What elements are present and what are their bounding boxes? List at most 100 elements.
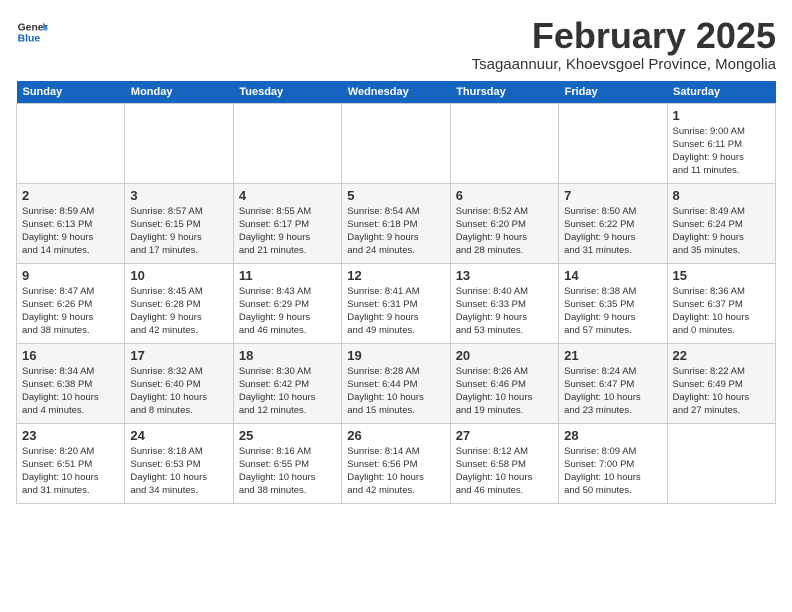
month-title: February 2025 [472,16,776,56]
day-info: Sunrise: 8:26 AM Sunset: 6:46 PM Dayligh… [456,365,553,418]
day-number: 7 [564,188,661,203]
day-number: 9 [22,268,119,283]
calendar-cell: 26 Sunrise: 8:14 AM Sunset: 6:56 PM Dayli… [342,423,450,503]
day-info: Sunrise: 8:20 AM Sunset: 6:51 PM Dayligh… [22,445,119,498]
calendar-cell: 24 Sunrise: 8:18 AM Sunset: 6:53 PM Dayli… [125,423,233,503]
day-info: Sunrise: 8:34 AM Sunset: 6:38 PM Dayligh… [22,365,119,418]
day-number: 5 [347,188,444,203]
calendar-cell: 27Sunrise: 8:12 AM Sunset: 6:58 PM Dayli… [450,423,558,503]
day-info: Sunrise: 8:22 AM Sunset: 6:49 PM Dayligh… [673,365,770,418]
logo-icon: General Blue [16,16,48,48]
calendar-cell: 19 Sunrise: 8:28 AM Sunset: 6:44 PM Dayli… [342,343,450,423]
day-info: Sunrise: 8:14 AM Sunset: 6:56 PM Dayligh… [347,445,444,498]
day-number: 20 [456,348,553,363]
day-info: Sunrise: 8:12 AM Sunset: 6:58 PM Dayligh… [456,445,553,498]
day-number: 16 [22,348,119,363]
calendar-cell [559,103,667,183]
calendar-cell: 3 Sunrise: 8:57 AM Sunset: 6:15 PM Daylig… [125,183,233,263]
day-info: Sunrise: 8:59 AM Sunset: 6:13 PM Dayligh… [22,205,119,258]
svg-text:Blue: Blue [18,34,41,45]
day-info: Sunrise: 8:54 AM Sunset: 6:18 PM Dayligh… [347,205,444,258]
day-number: 1 [673,108,770,123]
calendar-cell: 20 Sunrise: 8:26 AM Sunset: 6:46 PM Dayli… [450,343,558,423]
page-header: General Blue February 2025 Tsagaannuur, … [16,16,776,73]
day-number: 26 [347,428,444,443]
calendar-week-5: 23 Sunrise: 8:20 AM Sunset: 6:51 PM Dayli… [17,423,776,503]
day-info: Sunrise: 8:57 AM Sunset: 6:15 PM Dayligh… [130,205,227,258]
day-info: Sunrise: 8:30 AM Sunset: 6:42 PM Dayligh… [239,365,336,418]
day-number: 12 [347,268,444,283]
day-info: Sunrise: 8:36 AM Sunset: 6:37 PM Dayligh… [673,285,770,338]
calendar-cell: 15 Sunrise: 8:36 AM Sunset: 6:37 PM Dayli… [667,263,775,343]
calendar-cell: 11 Sunrise: 8:43 AM Sunset: 6:29 PM Dayli… [233,263,341,343]
day-number: 3 [130,188,227,203]
calendar-cell: 28 Sunrise: 8:09 AM Sunset: 7:00 PM Dayli… [559,423,667,503]
calendar-cell: 17 Sunrise: 8:32 AM Sunset: 6:40 PM Dayli… [125,343,233,423]
location-subtitle: Tsagaannuur, Khoevsgoel Province, Mongol… [472,56,776,73]
calendar-cell: 9Sunrise: 8:47 AM Sunset: 6:26 PM Daylig… [17,263,125,343]
day-number: 21 [564,348,661,363]
calendar-cell: 7 Sunrise: 8:50 AM Sunset: 6:22 PM Daylig… [559,183,667,263]
day-info: Sunrise: 8:45 AM Sunset: 6:28 PM Dayligh… [130,285,227,338]
day-info: Sunrise: 8:18 AM Sunset: 6:53 PM Dayligh… [130,445,227,498]
day-number: 14 [564,268,661,283]
day-number: 24 [130,428,227,443]
day-info: Sunrise: 8:41 AM Sunset: 6:31 PM Dayligh… [347,285,444,338]
day-info: Sunrise: 8:52 AM Sunset: 6:20 PM Dayligh… [456,205,553,258]
calendar-cell: 12 Sunrise: 8:41 AM Sunset: 6:31 PM Dayli… [342,263,450,343]
day-info: Sunrise: 8:09 AM Sunset: 7:00 PM Dayligh… [564,445,661,498]
day-info: Sunrise: 8:43 AM Sunset: 6:29 PM Dayligh… [239,285,336,338]
day-number: 6 [456,188,553,203]
day-info: Sunrise: 9:00 AM Sunset: 6:11 PM Dayligh… [673,125,770,178]
calendar-week-4: 16 Sunrise: 8:34 AM Sunset: 6:38 PM Dayli… [17,343,776,423]
day-info: Sunrise: 8:16 AM Sunset: 6:55 PM Dayligh… [239,445,336,498]
day-info: Sunrise: 8:28 AM Sunset: 6:44 PM Dayligh… [347,365,444,418]
weekday-header-sunday: Sunday [17,81,125,104]
day-number: 11 [239,268,336,283]
calendar-cell [342,103,450,183]
calendar-table: SundayMondayTuesdayWednesdayThursdayFrid… [16,81,776,504]
day-number: 15 [673,268,770,283]
title-area: February 2025 Tsagaannuur, Khoevsgoel Pr… [472,16,776,73]
calendar-cell: 6 Sunrise: 8:52 AM Sunset: 6:20 PM Daylig… [450,183,558,263]
weekday-header-monday: Monday [125,81,233,104]
calendar-cell: 21 Sunrise: 8:24 AM Sunset: 6:47 PM Dayli… [559,343,667,423]
day-info: Sunrise: 8:50 AM Sunset: 6:22 PM Dayligh… [564,205,661,258]
calendar-cell: 13 Sunrise: 8:40 AM Sunset: 6:33 PM Dayli… [450,263,558,343]
day-number: 13 [456,268,553,283]
calendar-cell: 8 Sunrise: 8:49 AM Sunset: 6:24 PM Daylig… [667,183,775,263]
calendar-cell: 14 Sunrise: 8:38 AM Sunset: 6:35 PM Dayli… [559,263,667,343]
day-number: 4 [239,188,336,203]
day-info: Sunrise: 8:49 AM Sunset: 6:24 PM Dayligh… [673,205,770,258]
calendar-cell: 1 Sunrise: 9:00 AM Sunset: 6:11 PM Daylig… [667,103,775,183]
calendar-cell: 2 Sunrise: 8:59 AM Sunset: 6:13 PM Daylig… [17,183,125,263]
weekday-header-thursday: Thursday [450,81,558,104]
calendar-week-2: 2 Sunrise: 8:59 AM Sunset: 6:13 PM Daylig… [17,183,776,263]
calendar-week-3: 9Sunrise: 8:47 AM Sunset: 6:26 PM Daylig… [17,263,776,343]
calendar-cell: 18 Sunrise: 8:30 AM Sunset: 6:42 PM Dayli… [233,343,341,423]
day-info: Sunrise: 8:40 AM Sunset: 6:33 PM Dayligh… [456,285,553,338]
day-info: Sunrise: 8:32 AM Sunset: 6:40 PM Dayligh… [130,365,227,418]
calendar-cell: 22Sunrise: 8:22 AM Sunset: 6:49 PM Dayli… [667,343,775,423]
calendar-cell [233,103,341,183]
day-number: 19 [347,348,444,363]
day-number: 18 [239,348,336,363]
day-number: 2 [22,188,119,203]
day-info: Sunrise: 8:24 AM Sunset: 6:47 PM Dayligh… [564,365,661,418]
weekday-header-tuesday: Tuesday [233,81,341,104]
day-number: 8 [673,188,770,203]
calendar-cell [17,103,125,183]
day-number: 10 [130,268,227,283]
calendar-cell [125,103,233,183]
calendar-cell: 16 Sunrise: 8:34 AM Sunset: 6:38 PM Dayli… [17,343,125,423]
weekday-header-saturday: Saturday [667,81,775,104]
day-number: 17 [130,348,227,363]
calendar-cell: 23 Sunrise: 8:20 AM Sunset: 6:51 PM Dayli… [17,423,125,503]
weekday-header-wednesday: Wednesday [342,81,450,104]
calendar-cell: 25Sunrise: 8:16 AM Sunset: 6:55 PM Dayli… [233,423,341,503]
day-number: 23 [22,428,119,443]
day-number: 28 [564,428,661,443]
logo: General Blue [16,16,48,48]
day-info: Sunrise: 8:38 AM Sunset: 6:35 PM Dayligh… [564,285,661,338]
calendar-cell: 10 Sunrise: 8:45 AM Sunset: 6:28 PM Dayli… [125,263,233,343]
